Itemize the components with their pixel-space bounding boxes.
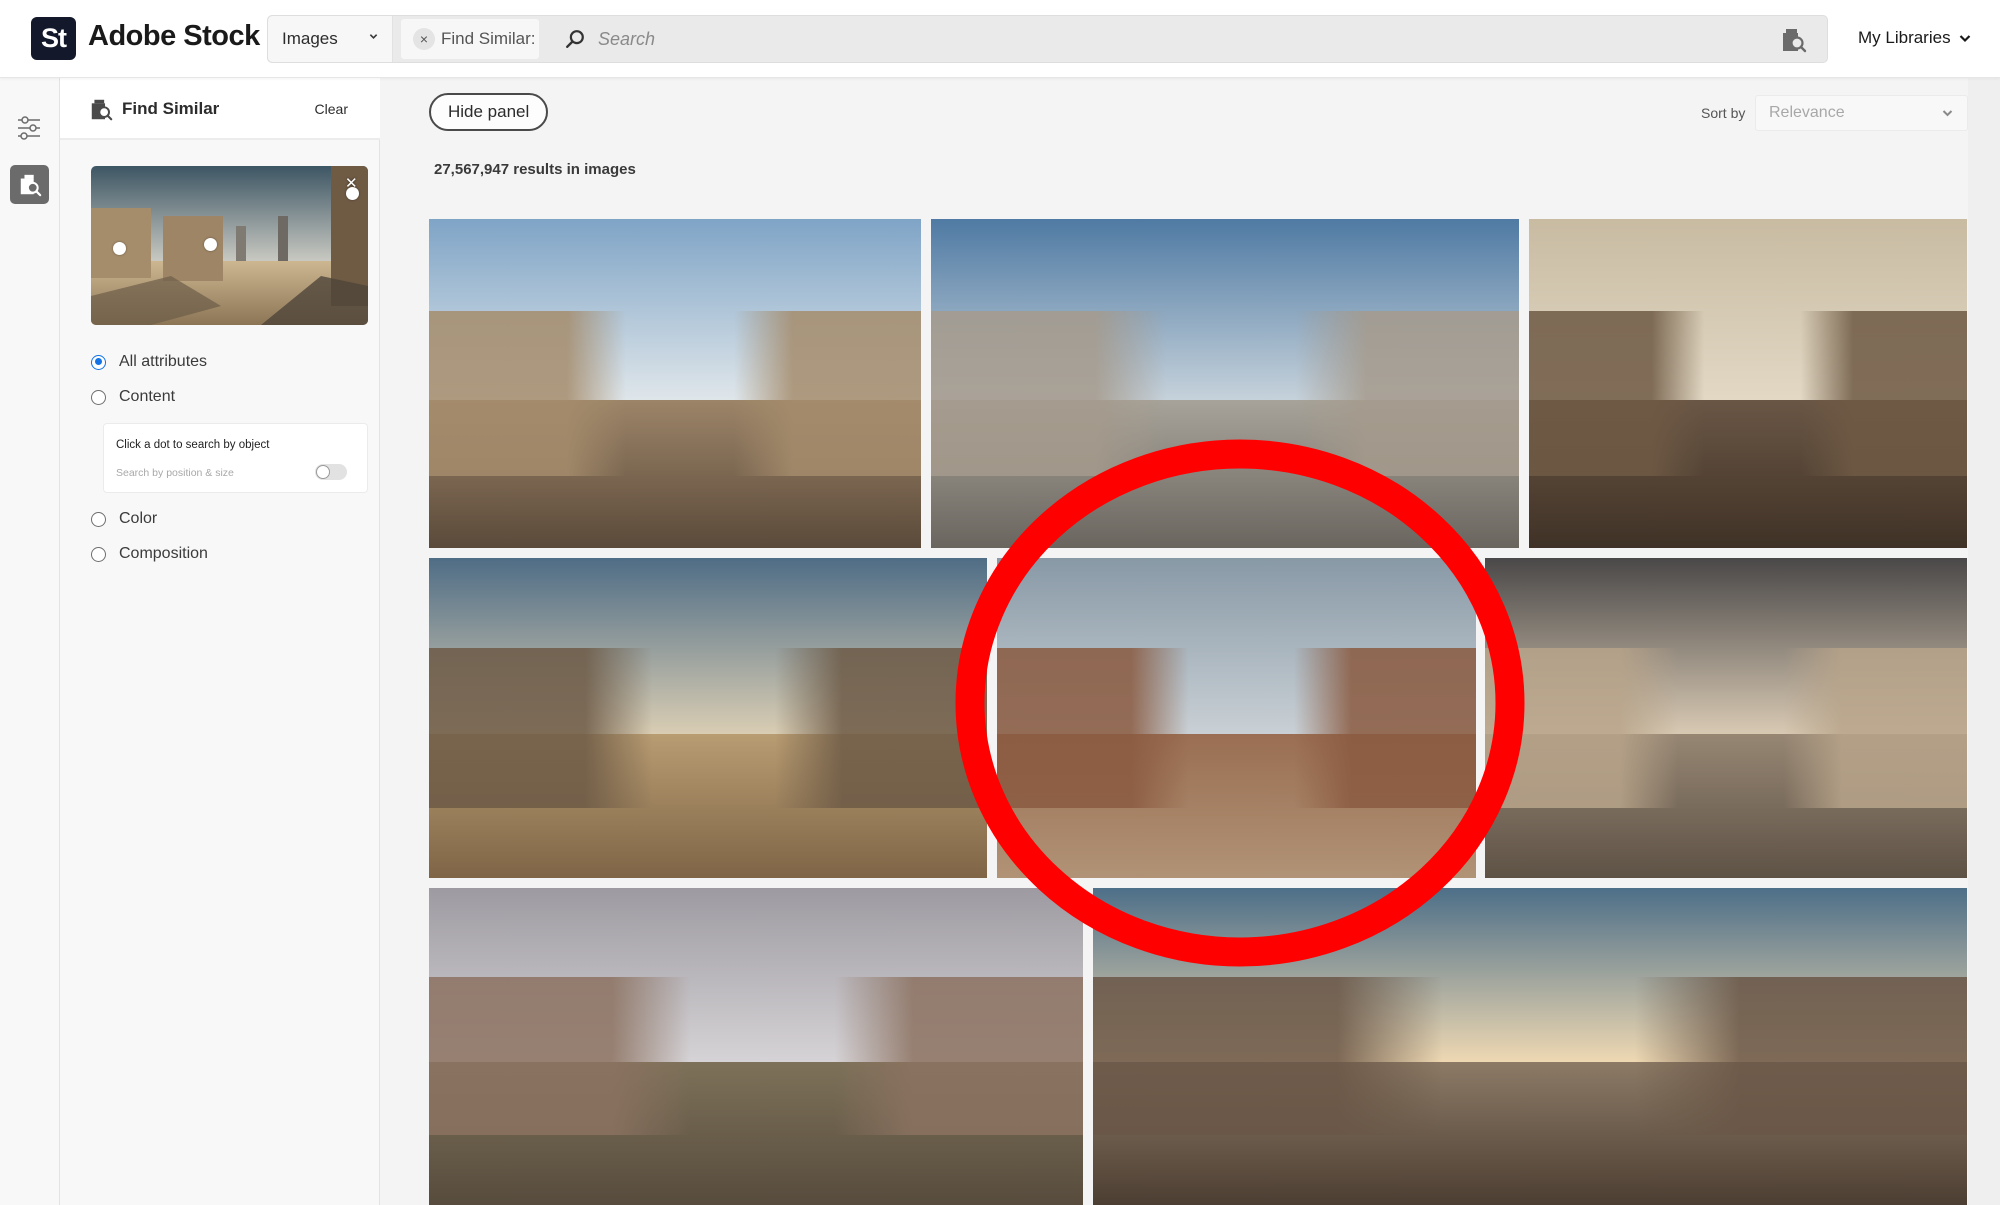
panel-header: Find Similar Clear: [60, 78, 380, 140]
results-count: 27,567,947 results in images: [434, 161, 636, 178]
result-image[interactable]: [1529, 219, 1967, 548]
radio-unselected[interactable]: [91, 389, 106, 405]
content-options-box: Click a dot to search by object Search b…: [103, 423, 368, 493]
option-label: Color: [119, 510, 158, 527]
photo-ruins: [429, 311, 921, 476]
find-similar-chip: × Find Similar:: [401, 19, 539, 59]
option-composition[interactable]: Composition: [91, 545, 208, 563]
photo-ruins: [931, 311, 1519, 476]
search-icon: [566, 30, 584, 48]
brand-name[interactable]: Adobe Stock: [88, 20, 260, 53]
option-label: Content: [119, 388, 176, 405]
radio-unselected[interactable]: [91, 511, 106, 527]
scrollbar[interactable]: [1968, 78, 2000, 1205]
sort-value: Relevance: [1769, 104, 1845, 121]
result-image[interactable]: [429, 219, 921, 548]
result-image[interactable]: [429, 558, 987, 878]
chevron-down-icon: [1959, 34, 1970, 42]
panel-title: Find Similar: [122, 99, 220, 118]
chip-label: Find Similar:: [441, 29, 536, 48]
find-similar-tool-button[interactable]: [10, 165, 49, 204]
find-similar-panel: Find Similar Clear ✕ All attributes Cont…: [60, 78, 380, 1205]
photo-ruins: [997, 647, 1476, 808]
adobe-stock-logo[interactable]: St: [31, 17, 76, 60]
filters-icon[interactable]: [16, 115, 42, 141]
tool-rail: [0, 78, 60, 1205]
clear-button[interactable]: Clear: [315, 101, 348, 117]
asset-type-value: Images: [282, 29, 338, 48]
radio-selected[interactable]: [91, 354, 106, 370]
find-similar-icon: [91, 99, 113, 121]
result-image[interactable]: [1093, 888, 1967, 1205]
find-similar-icon: [20, 174, 41, 196]
radio-unselected[interactable]: [91, 546, 106, 562]
search-input[interactable]: [598, 22, 1748, 56]
result-image[interactable]: [997, 558, 1476, 878]
visual-search-icon[interactable]: [1781, 27, 1807, 53]
photo-ruins: [429, 647, 987, 808]
sort-label: Sort by: [1701, 105, 1746, 121]
option-all-attributes[interactable]: All attributes: [91, 353, 207, 371]
search-bar: Images × Find Similar:: [267, 15, 1828, 63]
photo-ruins: [1093, 976, 1967, 1136]
photo-ruins: [1485, 647, 1967, 808]
option-content[interactable]: Content: [91, 388, 175, 406]
content-instructions: Click a dot to search by object: [116, 439, 270, 451]
result-image[interactable]: [931, 219, 1519, 548]
object-dot[interactable]: [204, 238, 217, 251]
reference-image-photo: [91, 166, 368, 325]
reference-image[interactable]: ✕: [91, 166, 368, 325]
option-label: Composition: [119, 545, 208, 562]
remove-reference-button[interactable]: ✕: [345, 174, 358, 192]
position-size-label: Search by position & size: [116, 467, 234, 479]
photo-ruins: [429, 976, 1083, 1136]
my-libraries-label: My Libraries: [1858, 28, 1951, 47]
top-header: St Adobe Stock Images × Find Similar: My…: [0, 0, 2000, 78]
remove-chip-button[interactable]: ×: [413, 28, 435, 50]
my-libraries-menu[interactable]: My Libraries: [1858, 28, 1971, 48]
position-size-toggle[interactable]: [315, 464, 347, 480]
result-image[interactable]: [429, 888, 1083, 1205]
hide-panel-button[interactable]: Hide panel: [429, 93, 549, 131]
chevron-down-icon: [1942, 110, 1953, 117]
result-image[interactable]: [1485, 558, 1967, 878]
option-label: All attributes: [119, 353, 208, 370]
chevron-down-icon: [369, 34, 378, 39]
option-color[interactable]: Color: [91, 510, 157, 528]
object-dot[interactable]: [113, 242, 126, 255]
photo-ruins: [1529, 311, 1967, 476]
asset-type-dropdown[interactable]: Images: [268, 16, 393, 62]
sort-dropdown[interactable]: Relevance: [1755, 95, 1968, 131]
